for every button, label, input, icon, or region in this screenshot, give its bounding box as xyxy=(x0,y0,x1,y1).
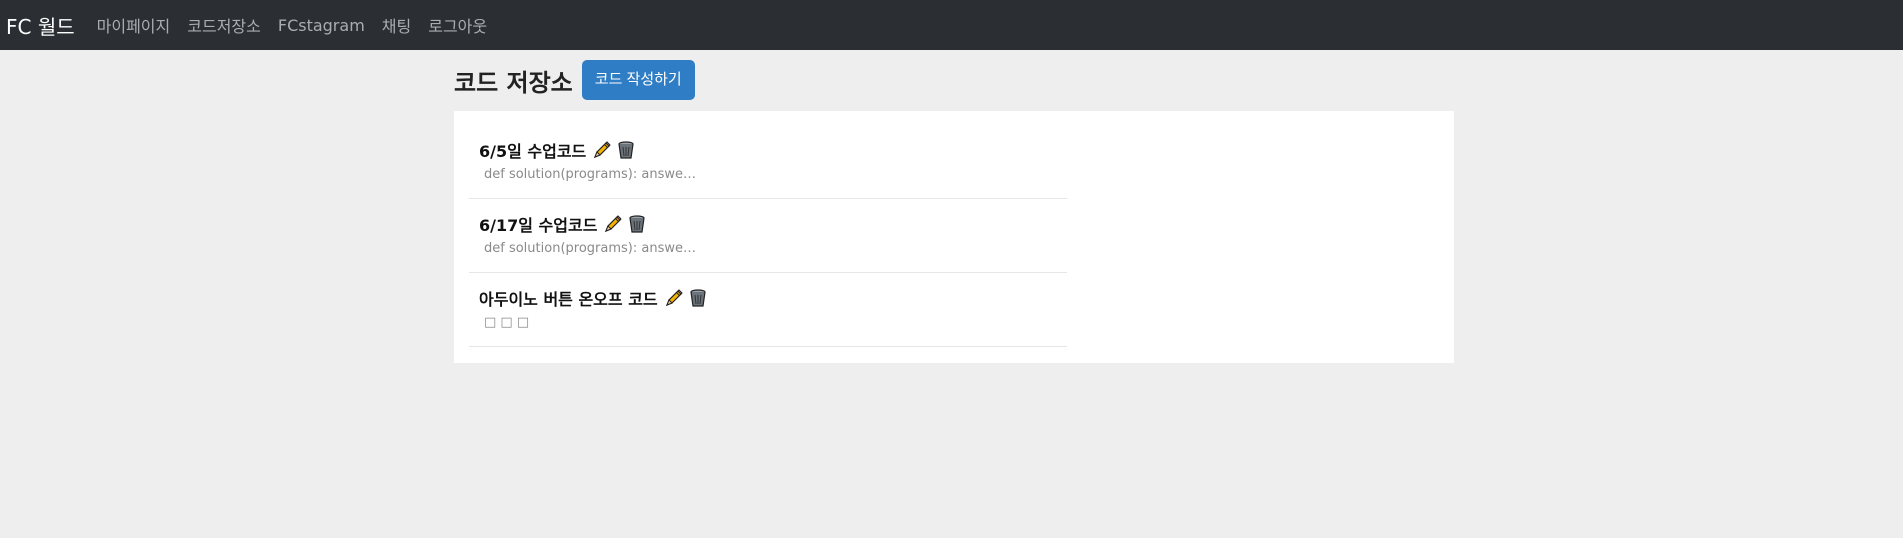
pencil-icon[interactable] xyxy=(603,214,623,234)
list-item[interactable]: 아두이노 버튼 온오프 코드 □ □ □ xyxy=(469,273,1067,347)
list-item[interactable]: 6/17일 수업코드 def solution(programs): answe… xyxy=(469,199,1067,273)
code-preview: □ □ □ xyxy=(484,315,530,330)
nav-link-logout[interactable]: 로그아웃 xyxy=(428,13,487,37)
list-item[interactable]: 6/5일 수업코드 def solution(programs): answe… xyxy=(469,125,1067,199)
navbar: FC 월드 마이페이지 코드저장소 FCstagram 채팅 로그아웃 xyxy=(0,0,1903,50)
trash-icon[interactable] xyxy=(627,214,647,234)
write-code-button[interactable]: 코드 작성하기 xyxy=(581,60,695,100)
page-header: 코드 저장소 코드 작성하기 xyxy=(454,60,1454,100)
nav-link-code-storage[interactable]: 코드저장소 xyxy=(187,13,261,37)
code-list: 6/5일 수업코드 def solution(programs): answe…… xyxy=(469,125,1067,347)
pencil-icon[interactable] xyxy=(592,140,612,160)
code-list-card: 6/5일 수업코드 def solution(programs): answe…… xyxy=(454,111,1454,363)
page-title: 코드 저장소 xyxy=(454,68,573,97)
nav-link-chat[interactable]: 채팅 xyxy=(382,13,411,37)
code-preview: def solution(programs): answe… xyxy=(484,167,696,182)
trash-icon[interactable] xyxy=(688,288,708,308)
code-preview: def solution(programs): answe… xyxy=(484,241,696,256)
nav-link-fcstagram[interactable]: FCstagram xyxy=(278,16,365,35)
trash-icon[interactable] xyxy=(616,140,636,160)
code-title[interactable]: 아두이노 버튼 온오프 코드 xyxy=(479,286,658,310)
code-title[interactable]: 6/5일 수업코드 xyxy=(479,138,586,162)
brand-logo[interactable]: FC 월드 xyxy=(6,11,75,40)
pencil-icon[interactable] xyxy=(664,288,684,308)
nav-link-mypage[interactable]: 마이페이지 xyxy=(97,13,171,37)
main-container: 코드 저장소 코드 작성하기 6/5일 수업코드 def solution(pr… xyxy=(454,60,1454,363)
code-title[interactable]: 6/17일 수업코드 xyxy=(479,212,597,236)
